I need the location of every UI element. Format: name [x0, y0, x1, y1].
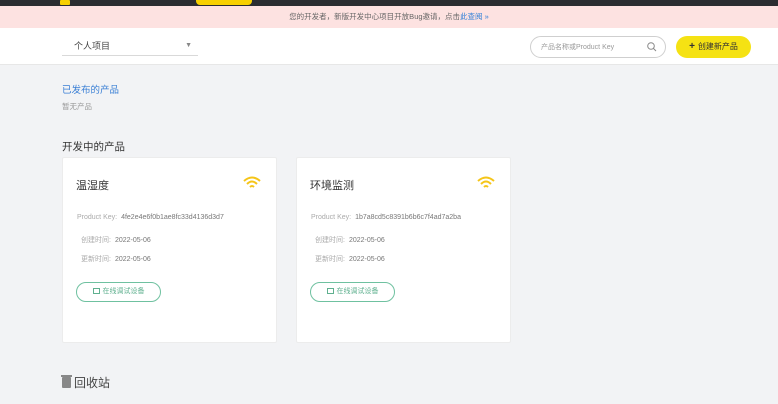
recycle-bin-label: 回收站	[74, 376, 111, 390]
search-icon[interactable]	[646, 41, 658, 53]
device-icon	[326, 288, 334, 294]
created-label: 创建时间:	[81, 237, 111, 244]
no-products-text: 暂无产品	[62, 102, 92, 111]
search-input[interactable]	[541, 40, 645, 54]
notice-text: 您的开发者，新版开发中心项目开放Bug邀请，点击	[289, 12, 461, 21]
wifi-icon	[477, 176, 495, 188]
device-icon	[92, 288, 100, 294]
product-key-row: Product Key: 4fe2e4e6f0b1ae8fc33d4136d3d7	[77, 214, 224, 221]
create-product-label: 创建新产品	[697, 42, 738, 51]
project-select[interactable]: 个人项目 ▼	[62, 36, 198, 56]
created-label: 创建时间:	[315, 237, 345, 244]
updated-value: 2022-05-06	[348, 256, 385, 263]
notice-banner: 您的开发者，新版开发中心项目开放Bug邀请，点击此查阅 »	[0, 6, 778, 28]
online-debug-button[interactable]: 在线调试设备	[76, 282, 161, 302]
notice-link[interactable]: 此查阅 »	[460, 12, 489, 21]
trash-icon	[61, 375, 72, 388]
product-card[interactable]: 温湿度 Product Key: 4fe2e4e6f0b1ae8fc33d4136…	[62, 157, 277, 343]
toolbar: 个人项目 ▼ +创建新产品	[0, 28, 778, 65]
wifi-icon	[243, 176, 261, 188]
product-key-value: 1b7a8cd5c8391b6b6c7f4ad7a2ba	[355, 214, 461, 221]
product-name: 温湿度	[76, 180, 109, 192]
logo[interactable]	[60, 0, 70, 5]
created-value: 2022-05-06	[114, 237, 151, 244]
updated-label: 更新时间:	[315, 256, 345, 263]
updated-row: 更新时间: 2022-05-06	[81, 254, 151, 264]
updated-row: 更新时间: 2022-05-06	[315, 254, 385, 264]
updated-label: 更新时间:	[81, 256, 111, 263]
created-row: 创建时间: 2022-05-06	[315, 235, 385, 245]
recycle-bin-link[interactable]: 回收站	[61, 374, 111, 391]
create-product-button[interactable]: + 创建新产品	[676, 36, 751, 58]
plus-icon: +	[689, 41, 695, 52]
published-products-link[interactable]: 已发布的产品	[62, 82, 119, 96]
online-debug-button[interactable]: 在线调试设备	[310, 282, 395, 302]
search-box	[530, 36, 666, 58]
product-key-label: Product Key:	[77, 214, 118, 221]
updated-value: 2022-05-06	[114, 256, 151, 263]
online-debug-label: 在线调试设备	[336, 288, 379, 295]
nav-highlight-tab[interactable]	[196, 0, 252, 5]
product-card[interactable]: 环境监测 Product Key: 1b7a8cd5c8391b6b6c7f4ad…	[296, 157, 511, 343]
chevron-down-icon: ▼	[185, 42, 192, 49]
section-title: 开发中的产品	[62, 141, 125, 153]
created-value: 2022-05-06	[348, 237, 385, 244]
project-select-value: 个人项目	[74, 41, 111, 51]
product-key-label: Product Key:	[311, 214, 352, 221]
created-row: 创建时间: 2022-05-06	[81, 235, 151, 245]
product-key-row: Product Key: 1b7a8cd5c8391b6b6c7f4ad7a2ba	[311, 214, 461, 221]
online-debug-label: 在线调试设备	[102, 288, 145, 295]
product-name: 环境监测	[310, 180, 354, 192]
product-key-value: 4fe2e4e6f0b1ae8fc33d4136d3d7	[121, 214, 224, 221]
